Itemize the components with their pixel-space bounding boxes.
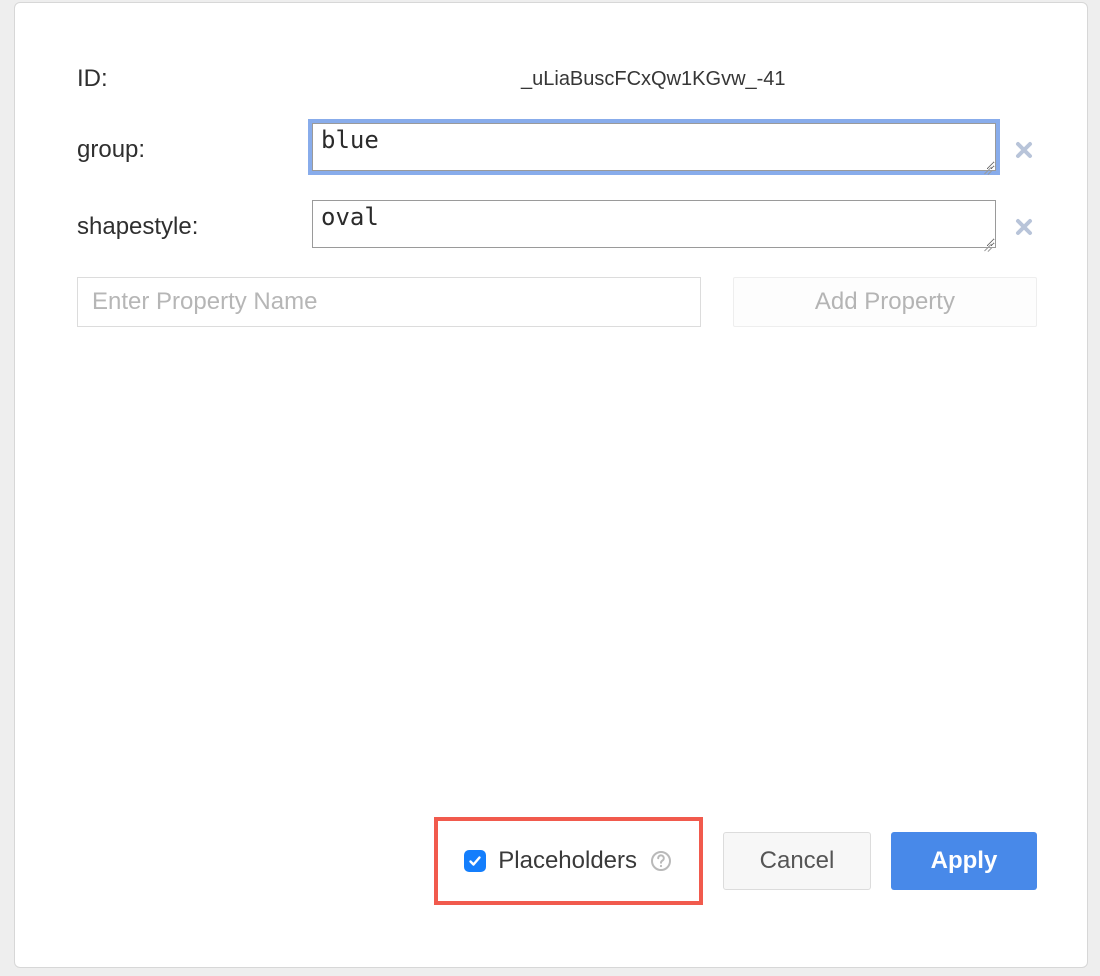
placeholders-highlight-box: Placeholders — [434, 817, 703, 905]
id-row: ID: _uLiaBuscFCxQw1KGvw_-41 — [77, 65, 1037, 93]
group-row: group: — [77, 123, 1037, 176]
properties-dialog: ID: _uLiaBuscFCxQw1KGvw_-41 group: shape… — [14, 2, 1088, 968]
id-label: ID: — [77, 65, 321, 93]
help-icon — [650, 850, 672, 872]
apply-button[interactable]: Apply — [891, 832, 1037, 890]
id-value: _uLiaBuscFCxQw1KGvw_-41 — [321, 68, 786, 91]
group-field-wrap — [312, 123, 996, 176]
shapestyle-field-wrap — [312, 200, 996, 253]
placeholders-help-button[interactable] — [649, 849, 673, 873]
dialog-footer: Placeholders Cancel Apply — [434, 817, 1037, 905]
new-property-row: Add Property — [77, 277, 1037, 327]
shapestyle-input[interactable] — [312, 200, 996, 248]
shapestyle-row: shapestyle: — [77, 200, 1037, 253]
group-input[interactable] — [312, 123, 996, 171]
placeholders-checkbox[interactable] — [464, 850, 486, 872]
cancel-button[interactable]: Cancel — [723, 832, 871, 890]
add-property-button[interactable]: Add Property — [733, 277, 1037, 327]
close-icon — [1015, 218, 1033, 236]
shapestyle-label: shapestyle: — [77, 213, 312, 241]
delete-group-button[interactable] — [1010, 136, 1037, 164]
property-name-input[interactable] — [77, 277, 701, 327]
placeholders-label: Placeholders — [498, 847, 637, 875]
check-icon — [468, 854, 482, 868]
group-label: group: — [77, 136, 312, 164]
delete-shapestyle-button[interactable] — [1010, 213, 1037, 241]
close-icon — [1015, 141, 1033, 159]
